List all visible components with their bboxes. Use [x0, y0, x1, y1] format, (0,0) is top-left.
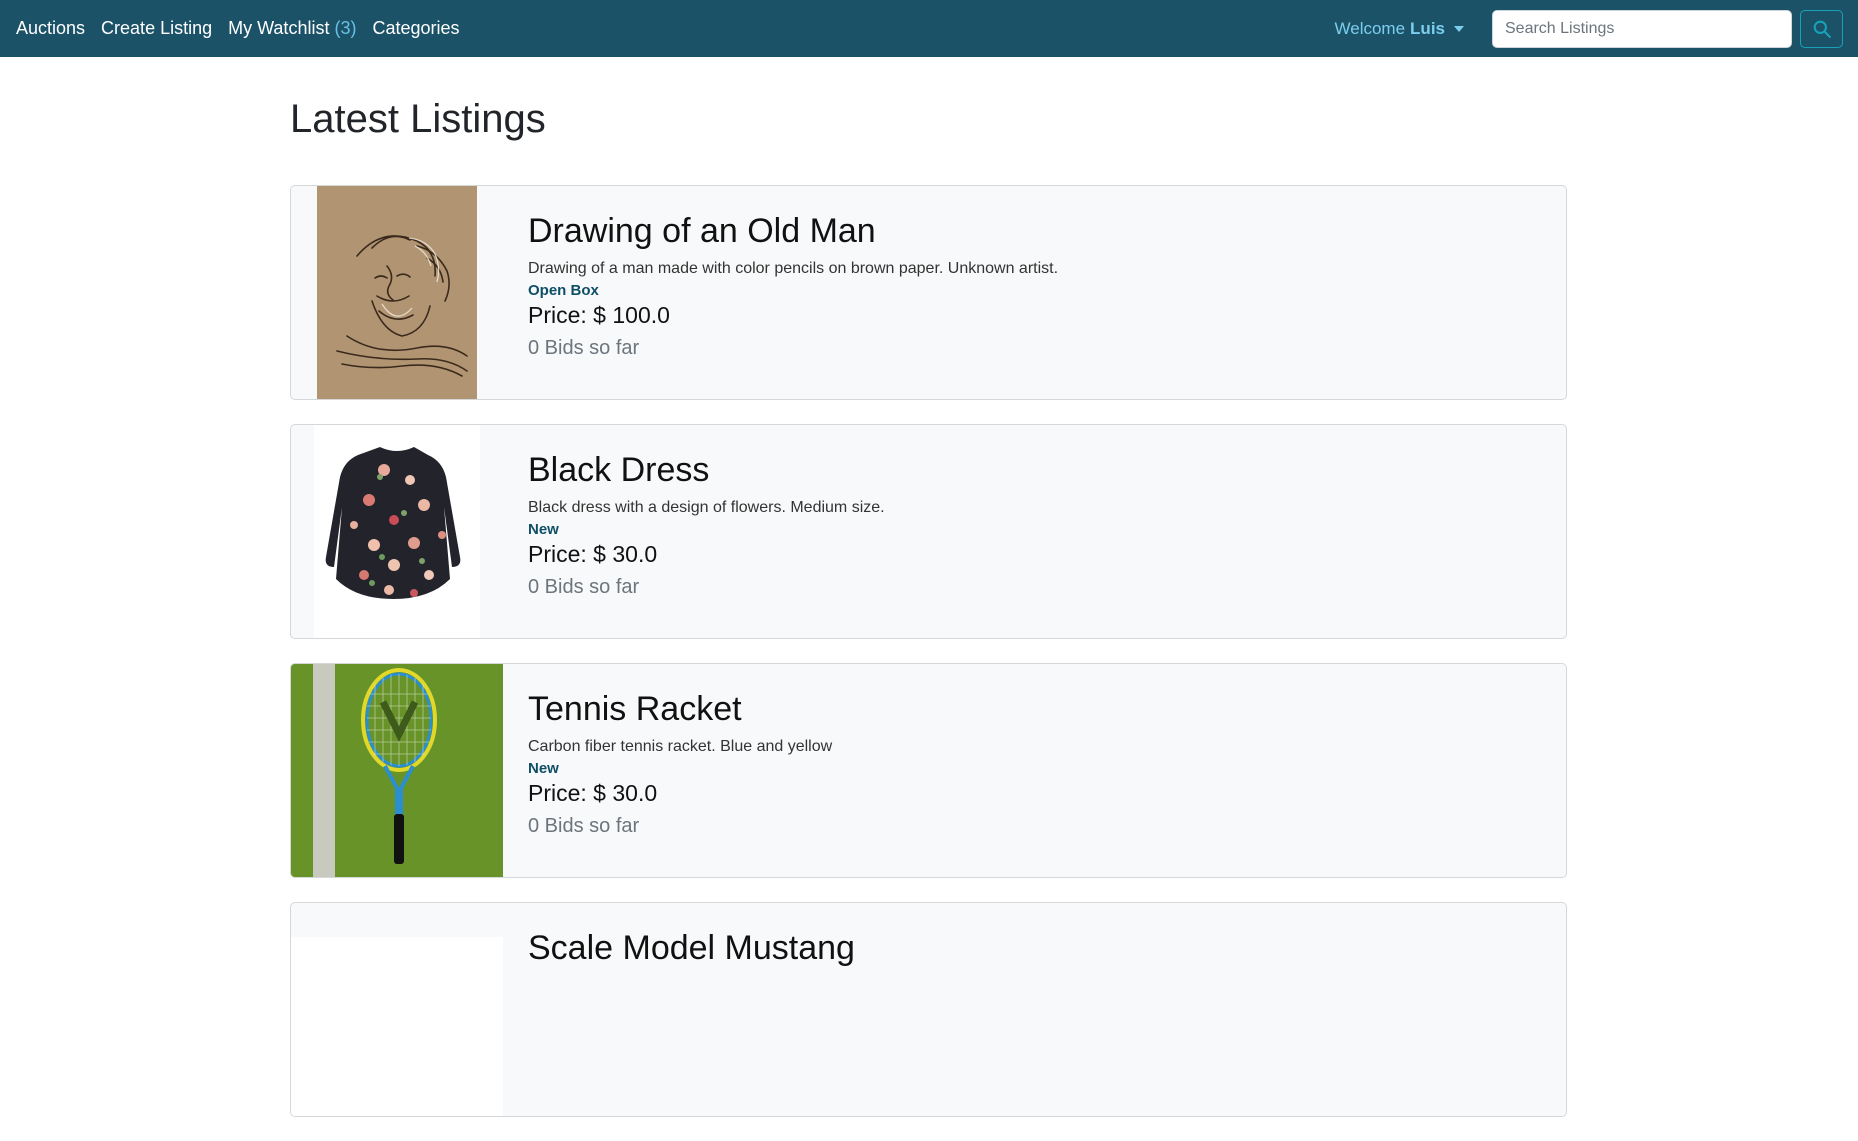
page-title: Latest Listings — [290, 97, 546, 142]
listing-description: Black dress with a design of flowers. Me… — [528, 499, 885, 517]
listing-title[interactable]: Scale Model Mustang — [528, 929, 855, 968]
user-menu-toggle[interactable]: Welcome Luis — [1335, 19, 1465, 39]
chevron-down-icon — [1454, 26, 1464, 32]
listing-bids: 0 Bids so far — [528, 576, 885, 599]
listing-image-scale-model — [291, 937, 503, 1117]
listing-card[interactable]: Drawing of an Old Man Drawing of a man m… — [290, 185, 1567, 400]
username: Luis — [1410, 19, 1445, 39]
listing-image-tennis-racket — [291, 664, 503, 877]
listing-image-dress — [314, 425, 480, 638]
watchlist-count: (3) — [334, 18, 356, 38]
listing-image-drawing — [317, 186, 477, 399]
nav-link-create-listing[interactable]: Create Listing — [101, 18, 212, 39]
listing-body: Tennis Racket Carbon fiber tennis racket… — [528, 690, 832, 838]
nav-right: Welcome Luis — [1335, 0, 1858, 57]
listing-title[interactable]: Tennis Racket — [528, 690, 832, 729]
listing-condition: Open Box — [528, 282, 1058, 299]
nav-link-auctions[interactable]: Auctions — [16, 18, 85, 39]
watchlist-label: My Watchlist — [228, 18, 329, 38]
listing-price: Price: $ 30.0 — [528, 541, 885, 568]
nav-link-categories[interactable]: Categories — [372, 18, 459, 39]
listing-title[interactable]: Drawing of an Old Man — [528, 212, 1058, 251]
nav-link-my-watchlist[interactable]: My Watchlist (3) — [228, 18, 356, 39]
listing-bids: 0 Bids so far — [528, 815, 832, 838]
listing-bids: 0 Bids so far — [528, 337, 1058, 360]
listing-body: Scale Model Mustang — [528, 929, 855, 968]
listing-body: Black Dress Black dress with a design of… — [528, 451, 885, 599]
listing-price: Price: $ 100.0 — [528, 302, 1058, 329]
search-icon — [1813, 20, 1831, 38]
search-button[interactable] — [1800, 10, 1843, 48]
listing-body: Drawing of an Old Man Drawing of a man m… — [528, 212, 1058, 360]
listing-description: Carbon fiber tennis racket. Blue and yel… — [528, 738, 832, 756]
listing-title[interactable]: Black Dress — [528, 451, 885, 490]
listing-condition: New — [528, 760, 832, 777]
search-input[interactable] — [1492, 10, 1792, 48]
listings-list: Drawing of an Old Man Drawing of a man m… — [290, 185, 1567, 1141]
top-navbar: Auctions Create Listing My Watchlist (3)… — [0, 0, 1858, 57]
listing-price: Price: $ 30.0 — [528, 780, 832, 807]
listing-condition: New — [528, 521, 885, 538]
listing-description: Drawing of a man made with color pencils… — [528, 260, 1058, 278]
listing-card[interactable]: Tennis Racket Carbon fiber tennis racket… — [290, 663, 1567, 878]
welcome-text: Welcome — [1335, 19, 1406, 39]
listing-card[interactable]: Scale Model Mustang — [290, 902, 1567, 1117]
listing-card[interactable]: Black Dress Black dress with a design of… — [290, 424, 1567, 639]
nav-links: Auctions Create Listing My Watchlist (3)… — [16, 18, 476, 39]
